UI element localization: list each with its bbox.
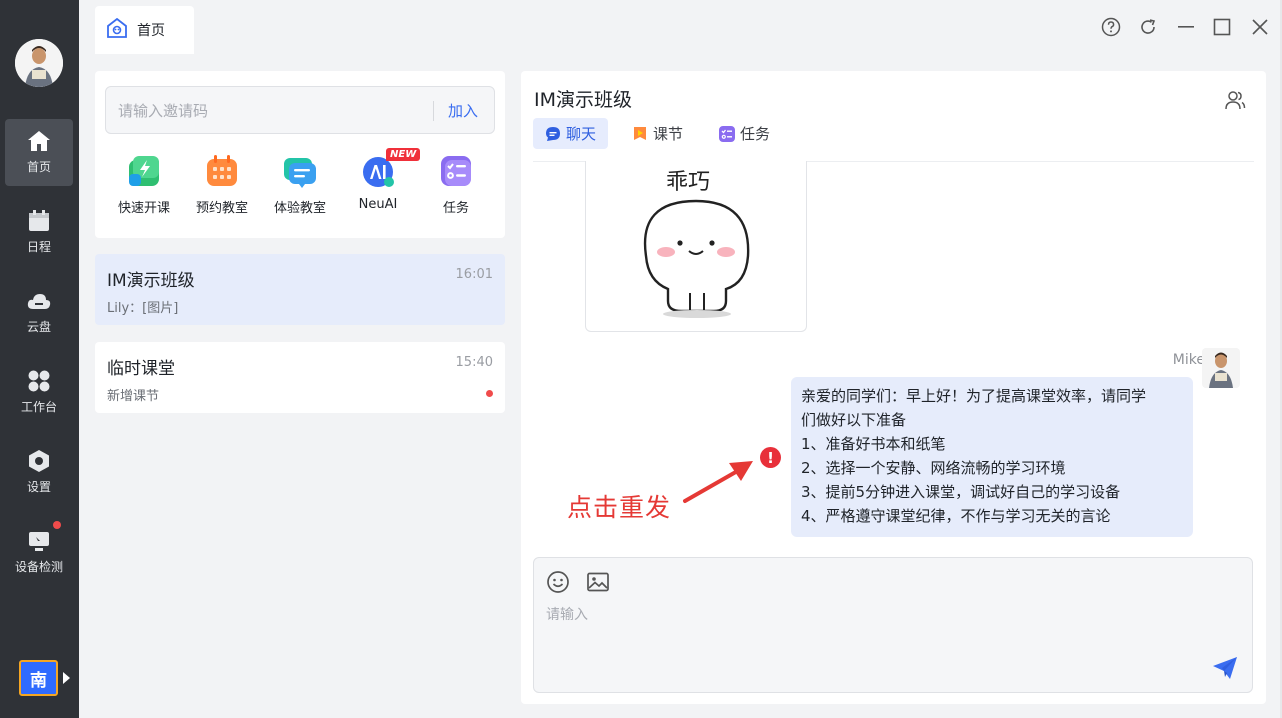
app-label: 任务 xyxy=(442,201,469,216)
message-line: 4、严格遵守课堂纪律，不作与学习无关的言论 xyxy=(801,507,1111,525)
conversation-preview: 新增课节 xyxy=(107,389,160,404)
app-task[interactable]: 任务 xyxy=(416,154,496,216)
message-bubble[interactable]: 亲爱的同学们：早上好！为了提高课堂效率，请同学 们做好以下准备 1、准备好书本和… xyxy=(791,377,1193,537)
rail-label: 设备检测 xyxy=(14,560,63,574)
conversation-item-im-class[interactable]: IM演示班级 Lily：[图片] 16:01 xyxy=(95,254,505,325)
sticker-text: 乖巧 xyxy=(666,170,710,195)
sender-avatar[interactable] xyxy=(1202,348,1240,388)
app-label: 体验教室 xyxy=(273,201,326,216)
settings-icon xyxy=(26,448,52,474)
app-label: 预约教室 xyxy=(195,201,248,216)
app-label: 快速开课 xyxy=(117,201,170,216)
message-line: 亲爱的同学们：早上好！为了提高课堂效率，请同学 xyxy=(801,387,1147,405)
emoji-icon[interactable] xyxy=(546,570,570,594)
app-quick-class[interactable]: 快速开课 xyxy=(104,154,184,216)
user-avatar[interactable] xyxy=(15,39,63,87)
calendar-icon xyxy=(26,208,52,234)
notification-dot xyxy=(53,521,61,529)
tab-label: 任务 xyxy=(740,125,771,143)
quick-class-icon xyxy=(127,154,161,188)
message-line: 1、准备好书本和纸笔 xyxy=(801,435,946,453)
rail-label: 工作台 xyxy=(20,400,57,414)
rail-item-cloud[interactable]: 云盘 xyxy=(5,279,73,346)
app-book-classroom[interactable]: 预约教室 xyxy=(182,154,262,216)
rail-label: 首页 xyxy=(26,160,51,174)
message-line: 3、提前5分钟进入课堂，调试好自己的学习设备 xyxy=(801,483,1121,501)
image-icon[interactable] xyxy=(586,570,610,594)
conversation-preview: Lily：[图片] xyxy=(107,301,179,316)
app-trial-classroom[interactable]: 体验教室 xyxy=(260,154,340,216)
quick-actions-card: 加入 快速开课 预约教室 体验教室 NEW NeuAI xyxy=(95,71,505,238)
rail-item-workbench[interactable]: 工作台 xyxy=(5,359,73,426)
rail-label: 云盘 xyxy=(26,320,51,334)
rail-item-settings[interactable]: 设置 xyxy=(5,439,73,506)
task-icon xyxy=(439,154,473,188)
app-neuai[interactable]: NEW NeuAI xyxy=(338,148,421,212)
trial-classroom-icon xyxy=(283,154,317,188)
rail-item-schedule[interactable]: 日程 xyxy=(5,199,73,266)
resend-annotation: 点击重发 xyxy=(567,493,672,522)
refresh-icon[interactable] xyxy=(1137,16,1159,38)
left-rail: 首页 日程 云盘 工作台 设置 设备检测 南 xyxy=(0,0,79,718)
rail-item-home[interactable]: 首页 xyxy=(5,119,73,186)
divider xyxy=(433,101,434,121)
lesson-icon xyxy=(632,126,648,142)
rail-label: 日程 xyxy=(26,240,51,254)
invite-code-box: 加入 xyxy=(105,86,495,134)
tab-label: 课节 xyxy=(653,125,684,143)
expand-arrow-icon[interactable] xyxy=(63,672,70,684)
chat-tabs: 聊天 课节 任务 xyxy=(533,118,794,149)
conversation-name: 临时课堂 xyxy=(107,359,175,379)
conversation-time: 15:40 xyxy=(455,355,493,370)
conversation-item-temp-class[interactable]: 临时课堂 新增课节 15:40 xyxy=(95,342,505,413)
home-outline-icon xyxy=(107,17,127,42)
tab-label: 聊天 xyxy=(566,125,597,143)
close-icon[interactable] xyxy=(1249,16,1271,38)
rail-label: 设置 xyxy=(26,480,51,494)
message-input[interactable] xyxy=(546,604,1186,682)
chat-panel: IM演示班级 聊天 课节 任务 乖巧 Mike 亲爱的同学们：早上好！为了提高课… xyxy=(521,71,1266,704)
app-label: NeuAI xyxy=(358,197,398,212)
send-icon[interactable] xyxy=(1212,656,1238,680)
minimize-icon[interactable] xyxy=(1175,16,1197,38)
rail-item-device-check[interactable]: 设备检测 xyxy=(5,519,73,586)
conversation-name: IM演示班级 xyxy=(107,271,195,291)
send-failed-resend-icon[interactable]: ! xyxy=(760,447,781,468)
sticker-image-message[interactable]: 乖巧 xyxy=(585,161,807,332)
cloud-icon xyxy=(26,288,52,314)
app-shortcuts: 快速开课 预约教室 体验教室 NEW NeuAI 任务 xyxy=(95,148,505,224)
members-icon[interactable] xyxy=(1224,89,1246,111)
sender-name: Mike xyxy=(1172,352,1205,368)
join-button[interactable]: 加入 xyxy=(448,100,478,121)
message-composer xyxy=(533,557,1253,693)
unread-dot xyxy=(486,390,493,397)
chat-title: IM演示班级 xyxy=(534,89,632,111)
title-bar: 首页 xyxy=(79,0,1282,55)
grid-icon xyxy=(26,368,52,394)
tab-tasks[interactable]: 任务 xyxy=(707,118,782,149)
device-check-icon xyxy=(26,528,52,554)
conversation-time: 16:01 xyxy=(455,267,493,282)
home-icon xyxy=(26,128,52,154)
book-classroom-icon xyxy=(205,154,239,188)
invite-code-input[interactable] xyxy=(118,99,418,123)
tab-home[interactable]: 首页 xyxy=(95,6,194,54)
maximize-icon[interactable] xyxy=(1211,16,1233,38)
task-icon xyxy=(719,125,736,142)
message-line: 2、选择一个安静、网络流畅的学习环境 xyxy=(801,459,1066,477)
tab-chat[interactable]: 聊天 xyxy=(533,118,609,149)
chat-icon xyxy=(545,126,561,142)
help-icon[interactable] xyxy=(1100,16,1122,38)
tab-lessons[interactable]: 课节 xyxy=(620,118,695,149)
tab-home-label: 首页 xyxy=(137,23,165,39)
language-button[interactable]: 南 xyxy=(19,660,58,696)
annotation-arrow xyxy=(683,461,753,503)
message-line: 们做好以下准备 xyxy=(801,411,907,429)
